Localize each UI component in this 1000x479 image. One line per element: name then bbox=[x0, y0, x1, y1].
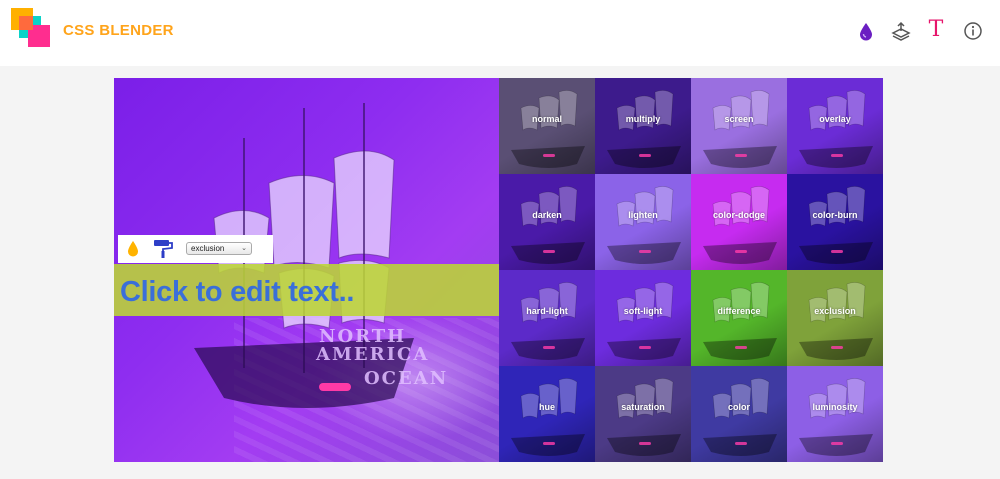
blend-tile-normal[interactable]: normal bbox=[499, 78, 595, 174]
blend-tile-label: saturation bbox=[621, 402, 665, 412]
preview-canvas[interactable]: NORTH AMERICA OCEAN exclusion ⌄ Click to… bbox=[114, 78, 499, 462]
blend-tile-color-dodge[interactable]: color-dodge bbox=[691, 174, 787, 270]
blend-tile-hard-light[interactable]: hard-light bbox=[499, 270, 595, 366]
map-label-ocean: OCEAN bbox=[364, 368, 449, 389]
blend-tile-multiply[interactable]: multiply bbox=[595, 78, 691, 174]
ship-thumbnail bbox=[703, 90, 777, 168]
blend-tile-exclusion[interactable]: exclusion bbox=[787, 270, 883, 366]
ship-thumbnail bbox=[799, 282, 873, 360]
blend-stage: NORTH AMERICA OCEAN exclusion ⌄ Click to… bbox=[114, 78, 883, 462]
blend-tile-label: soft-light bbox=[623, 306, 663, 316]
blend-tile-lighten[interactable]: lighten bbox=[595, 174, 691, 270]
ship-thumbnail bbox=[703, 186, 777, 264]
layers-icon[interactable] bbox=[890, 20, 912, 42]
blend-tile-label: color-burn bbox=[812, 210, 858, 220]
blend-tile-label: darken bbox=[532, 210, 562, 220]
ship-thumbnail bbox=[511, 378, 585, 456]
blend-mode-grid: normal multiply screen overlay darken lighten… bbox=[499, 78, 883, 462]
logo bbox=[11, 8, 51, 50]
app-header: CSS BLENDER T bbox=[0, 0, 1000, 66]
editable-text[interactable]: Click to edit text.. bbox=[120, 276, 354, 309]
blend-tile-label: overlay bbox=[819, 114, 851, 124]
blend-mode-select[interactable]: exclusion ⌄ bbox=[186, 242, 252, 255]
blend-tile-overlay[interactable]: overlay bbox=[787, 78, 883, 174]
ship-thumbnail bbox=[607, 282, 681, 360]
blend-tile-hue[interactable]: hue bbox=[499, 366, 595, 462]
map-label-america: AMERICA bbox=[316, 344, 430, 365]
ship-thumbnail bbox=[703, 282, 777, 360]
blend-tile-screen[interactable]: screen bbox=[691, 78, 787, 174]
ship-thumbnail bbox=[607, 378, 681, 456]
blend-tile-label: hard-light bbox=[526, 306, 568, 316]
ship-thumbnail bbox=[607, 90, 681, 168]
blend-tile-label: multiply bbox=[625, 114, 661, 124]
blend-tile-color[interactable]: color bbox=[691, 366, 787, 462]
ship-thumbnail bbox=[799, 186, 873, 264]
chevron-down-icon: ⌄ bbox=[241, 245, 247, 252]
drop-icon[interactable] bbox=[126, 240, 140, 258]
text-t-icon[interactable]: T bbox=[925, 19, 947, 41]
drop-icon[interactable] bbox=[855, 20, 877, 42]
blend-tile-label: lighten bbox=[628, 210, 658, 220]
ship-thumbnail bbox=[511, 282, 585, 360]
blend-tile-label: color bbox=[727, 402, 750, 412]
blend-tile-label: hue bbox=[538, 402, 555, 412]
ship-thumbnail bbox=[607, 186, 681, 264]
info-icon[interactable] bbox=[962, 20, 984, 42]
blend-tile-difference[interactable]: difference bbox=[691, 270, 787, 366]
brand-title: CSS BLENDER bbox=[63, 22, 174, 39]
ship-thumbnail bbox=[511, 186, 585, 264]
ship-thumbnail bbox=[799, 90, 873, 168]
blend-tile-soft-light[interactable]: soft-light bbox=[595, 270, 691, 366]
blend-tile-darken[interactable]: darken bbox=[499, 174, 595, 270]
ship-thumbnail bbox=[703, 378, 777, 456]
ship-thumbnail bbox=[799, 378, 873, 456]
ship-thumbnail bbox=[511, 90, 585, 168]
blend-tile-saturation[interactable]: saturation bbox=[595, 366, 691, 462]
blend-tile-luminosity[interactable]: luminosity bbox=[787, 366, 883, 462]
layer-toolbar: exclusion ⌄ bbox=[118, 235, 273, 263]
blend-tile-label: difference bbox=[717, 306, 761, 316]
paint-roller-icon[interactable] bbox=[153, 239, 175, 259]
blend-tile-label: screen bbox=[724, 114, 754, 124]
blend-tile-label: luminosity bbox=[812, 402, 858, 412]
blend-tile-label: color-dodge bbox=[713, 210, 765, 220]
blend-tile-color-burn[interactable]: color-burn bbox=[787, 174, 883, 270]
blend-tile-label: normal bbox=[531, 114, 562, 124]
blend-tile-label: exclusion bbox=[814, 306, 856, 316]
blend-mode-value: exclusion bbox=[191, 244, 225, 253]
